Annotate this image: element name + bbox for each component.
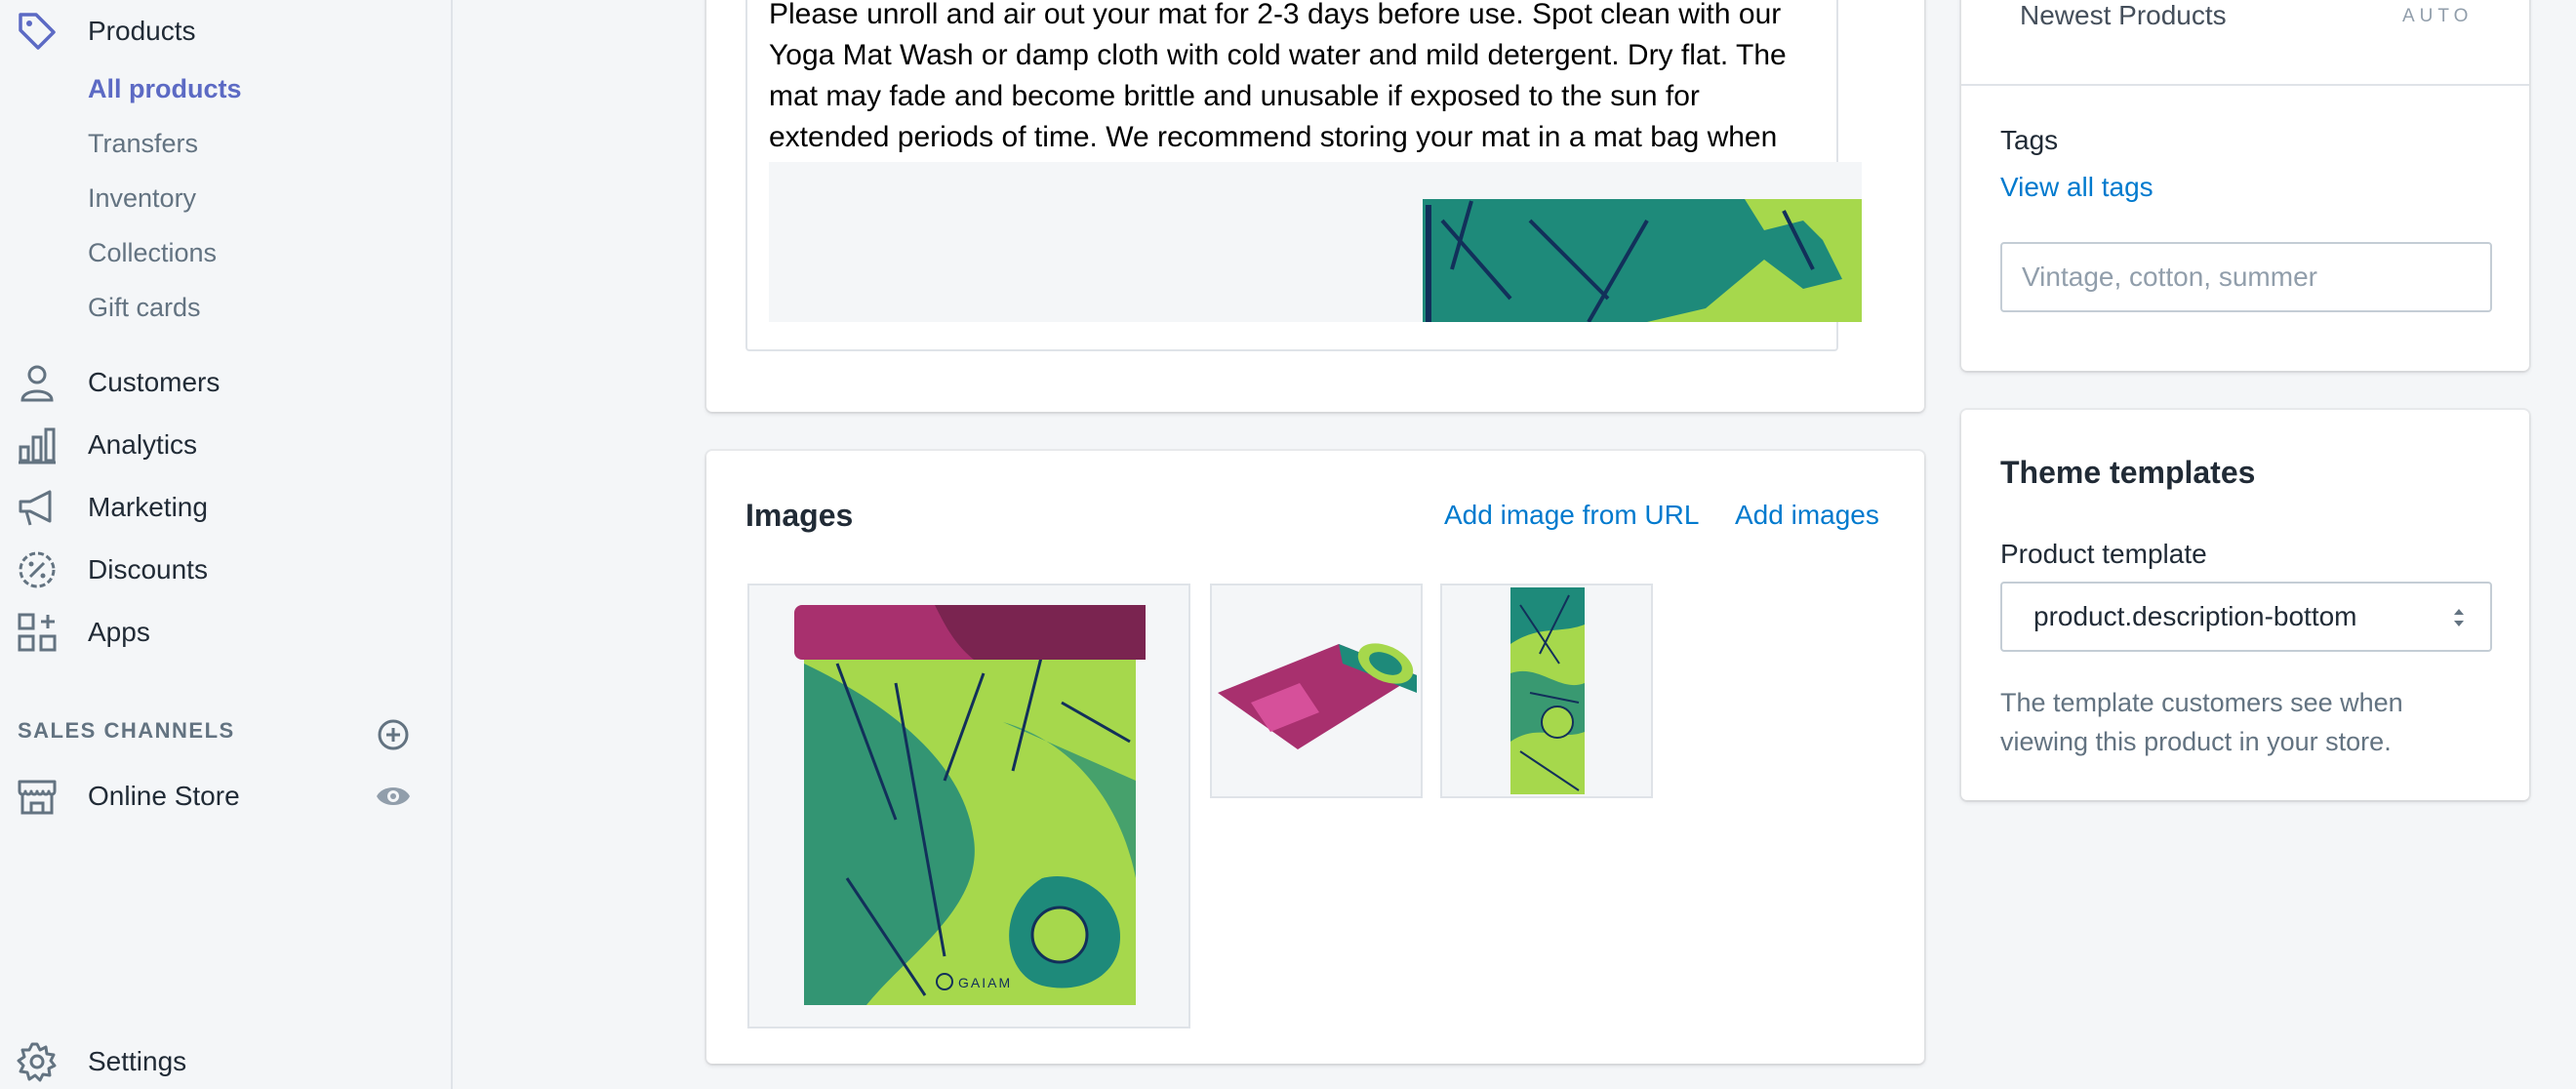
collection-newest-products: Newest Products — [2020, 0, 2227, 30]
nav-discounts[interactable]: Discounts — [0, 541, 453, 599]
yoga-mat-detail-image — [769, 162, 1862, 322]
sidebar-item-gift-cards[interactable]: Gift cards — [88, 293, 201, 323]
nav-marketing[interactable]: Marketing — [0, 478, 453, 537]
tags-label: Tags — [2000, 125, 2059, 155]
gear-icon — [16, 1040, 59, 1083]
store-icon — [16, 775, 59, 818]
nav-settings-label: Settings — [88, 1046, 187, 1076]
nav-discounts-label: Discounts — [88, 554, 208, 585]
sidebar: Products All products Transfers Inventor… — [0, 0, 453, 1089]
megaphone-icon — [16, 486, 59, 529]
sales-channels-header: SALES CHANNELS — [18, 718, 235, 743]
product-template-help: The template customers see when viewing … — [2000, 688, 2403, 756]
product-image-main[interactable]: GAIAM — [747, 584, 1190, 1028]
view-all-tags-link[interactable]: View all tags — [2000, 172, 2153, 203]
sidebar-item-collections[interactable]: Collections — [88, 238, 217, 268]
sidebar-item-inventory[interactable]: Inventory — [88, 183, 196, 214]
divider — [1961, 84, 2529, 86]
description-editor[interactable]: Please unroll and air out your mat for 2… — [745, 0, 1862, 351]
yoga-mat-pattern-image — [1442, 585, 1651, 796]
eye-icon[interactable] — [375, 783, 412, 815]
tag-icon — [16, 10, 59, 53]
images-title: Images — [745, 498, 854, 533]
nav-analytics-label: Analytics — [88, 429, 198, 460]
add-image-from-url-link[interactable]: Add image from URL — [1444, 500, 1699, 531]
product-template-selected: product.description-bottom — [2033, 601, 2357, 631]
description-inline-image — [769, 162, 1862, 322]
gaiam-brand-text: GAIAM — [958, 975, 1012, 990]
nav-customers[interactable]: Customers — [0, 353, 453, 412]
sidebar-item-all-products[interactable]: All products — [88, 74, 242, 104]
discount-badge-icon — [16, 548, 59, 591]
nav-marketing-label: Marketing — [88, 492, 208, 522]
add-sales-channel-icon[interactable] — [377, 718, 410, 756]
nav-customers-label: Customers — [88, 367, 221, 397]
theme-templates-card: Theme templates Product template product… — [1961, 410, 2529, 800]
yoga-mat-rolled-top-image: GAIAM — [749, 585, 1188, 1027]
apps-grid-icon — [16, 611, 59, 654]
yoga-mat-unrolled-image — [1212, 585, 1421, 796]
nav-analytics[interactable]: Analytics — [0, 416, 453, 474]
nav-apps[interactable]: Apps — [0, 603, 453, 662]
sidebar-item-transfers[interactable]: Transfers — [88, 129, 198, 159]
nav-products[interactable]: Products — [0, 2, 453, 60]
add-images-link[interactable]: Add images — [1735, 500, 1879, 531]
product-image-2[interactable] — [1210, 584, 1423, 798]
tags-input-wrapper — [2000, 242, 2492, 312]
auto-badge: AUTO — [2402, 6, 2474, 26]
product-template-select[interactable]: product.description-bottom — [2000, 582, 2492, 652]
nav-settings[interactable]: Settings — [0, 1032, 453, 1089]
theme-templates-title: Theme templates — [2000, 455, 2256, 490]
person-icon — [16, 361, 59, 404]
bar-chart-icon — [16, 424, 59, 466]
description-card: Please unroll and air out your mat for 2… — [706, 0, 1924, 412]
images-card: Images Add image from URL Add images GAI… — [706, 451, 1924, 1064]
product-image-3[interactable] — [1440, 584, 1653, 798]
select-arrows-icon — [2451, 603, 2467, 639]
product-template-label: Product template — [2000, 539, 2207, 569]
nav-products-label: Products — [88, 16, 196, 46]
nav-apps-label: Apps — [88, 617, 150, 647]
nav-online-store-label: Online Store — [88, 781, 240, 811]
organization-card: Newest Products AUTO Tags View all tags — [1961, 0, 2529, 371]
tags-input[interactable] — [2022, 262, 2490, 293]
